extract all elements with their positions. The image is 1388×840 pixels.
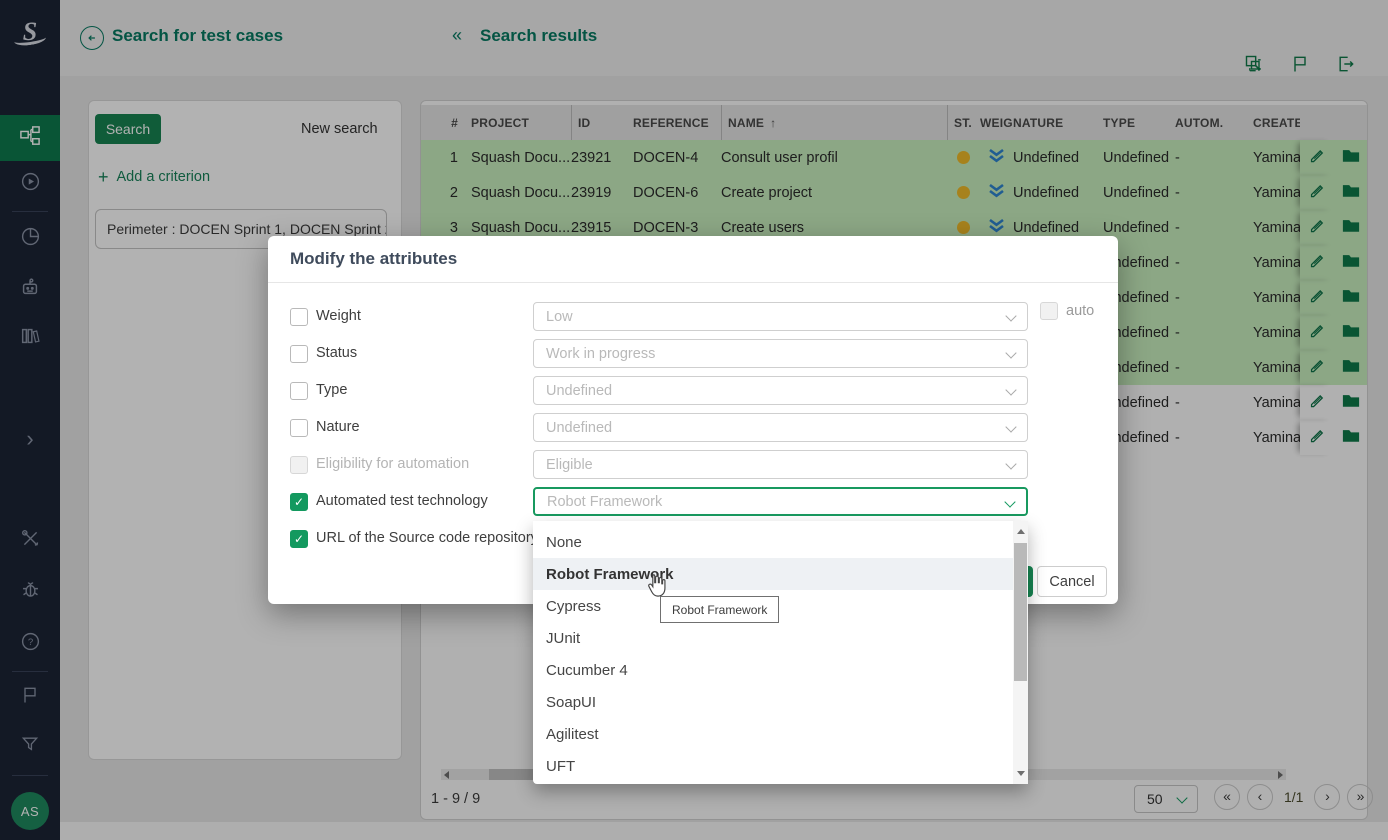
checkbox-checked[interactable]: ✓ [290,493,308,511]
checkbox-unchecked[interactable] [290,308,308,326]
attribute-label: Eligibility for automation [316,456,469,472]
select-value: Robot Framework [547,494,662,510]
chevron-down-icon [1005,421,1016,432]
cancel-button[interactable]: Cancel [1037,566,1107,597]
chevron-down-icon [1005,458,1016,469]
modal-title: Modify the attributes [290,249,457,269]
attribute-row: Weight Low auto [268,302,1118,332]
attribute-label: Status [316,345,357,361]
checkbox-unchecked[interactable] [290,419,308,437]
select-value: Work in progress [546,346,655,362]
attribute-label: Automated test technology [316,493,488,509]
attribute-row: Type Undefined [268,376,1118,406]
attribute-select[interactable]: Work in progress [533,339,1028,368]
technology-dropdown: NoneRobot FrameworkCypressJUnitCucumber … [533,521,1028,784]
dropdown-option[interactable]: Robot Framework [533,558,1028,590]
scrollbar-thumb[interactable] [1014,543,1027,681]
dropdown-scrollbar[interactable] [1013,521,1028,784]
dropdown-option[interactable]: Cypress [533,590,1028,622]
attribute-row: Eligibility for automation Eligible [268,450,1118,480]
auto-label: auto [1066,303,1094,319]
checkbox-unchecked[interactable] [290,345,308,363]
chevron-down-icon [1004,496,1015,507]
select-value: Eligible [546,457,593,473]
attribute-row: Nature Undefined [268,413,1118,443]
checkbox-unchecked[interactable] [1040,302,1058,320]
checkbox-unchecked[interactable] [290,382,308,400]
attribute-select[interactable]: Undefined [533,413,1028,442]
select-value: Undefined [546,420,612,436]
scroll-up-arrow-icon[interactable] [1013,524,1028,539]
auto-option: auto [1040,302,1094,320]
modal-divider [268,282,1118,283]
screen: S › [0,0,1388,840]
attribute-label: Nature [316,419,360,435]
attribute-select[interactable]: Low [533,302,1028,331]
attribute-label: Weight [316,308,361,324]
attribute-row: Status Work in progress [268,339,1118,369]
checkbox-unchecked[interactable] [290,456,308,474]
dropdown-option[interactable]: SoapUI [533,686,1028,718]
dropdown-option[interactable]: None [533,526,1028,558]
dropdown-option[interactable]: Cucumber 4 [533,654,1028,686]
select-value: Undefined [546,383,612,399]
hand-cursor-icon [644,572,670,607]
chevron-down-icon [1005,384,1016,395]
checkbox-checked[interactable]: ✓ [290,530,308,548]
attribute-label: URL of the Source code repository [316,530,538,546]
attribute-row: ✓ Automated test technology Robot Framewor… [268,487,1118,517]
attribute-select[interactable]: Eligible [533,450,1028,479]
attribute-label: Type [316,382,347,398]
dropdown-option[interactable]: UFT [533,750,1028,782]
chevron-down-icon [1005,347,1016,358]
dropdown-option[interactable]: JUnit [533,622,1028,654]
tooltip: Robot Framework [660,596,779,623]
chevron-down-icon [1005,310,1016,321]
attribute-select[interactable]: Undefined [533,376,1028,405]
dropdown-option[interactable]: Agilitest [533,718,1028,750]
select-value: Low [546,309,573,325]
scroll-down-arrow-icon[interactable] [1013,766,1028,781]
attribute-select[interactable]: Robot Framework [533,487,1028,516]
